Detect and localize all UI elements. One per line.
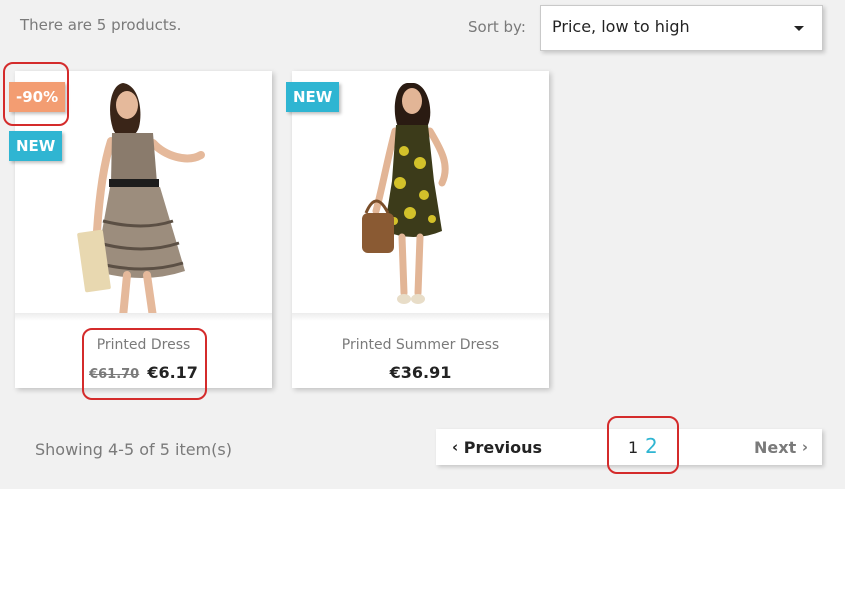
sort-selected-value: Price, low to high (552, 17, 690, 36)
product-name[interactable]: Printed Dress (15, 337, 272, 353)
product-card-printed-summer-dress[interactable]: Printed Summer Dress €36.91 (292, 71, 549, 388)
image-divider (15, 313, 272, 321)
page-link-1[interactable]: 1 (628, 438, 638, 457)
chevron-right-icon: › (801, 438, 808, 456)
discount-flag: -90% (9, 82, 66, 112)
product-price: €36.91 (389, 363, 452, 382)
next-label: Next (754, 438, 797, 457)
chevron-left-icon: ‹ (452, 438, 459, 456)
previous-label: Previous (463, 438, 543, 457)
pagination-summary: Showing 4-5 of 5 item(s) (35, 440, 232, 459)
sale-price: €6.17 (147, 363, 198, 382)
product-name[interactable]: Printed Summer Dress (292, 337, 549, 353)
page-link-2[interactable]: 2 (645, 434, 658, 458)
new-flag: NEW (9, 131, 63, 161)
pagination: ‹ Previous 1 2 Next › (436, 429, 822, 465)
sort-label: Sort by: (468, 18, 526, 36)
new-flag: NEW (286, 82, 340, 112)
previous-page-link[interactable]: ‹ Previous (452, 429, 542, 465)
product-listing: There are 5 products. Sort by: Price, lo… (0, 0, 845, 489)
regular-price: €61.70 (89, 367, 140, 382)
image-divider (292, 313, 549, 321)
next-page-link[interactable]: Next › (754, 429, 808, 465)
caret-down-icon (794, 26, 804, 31)
product-card-printed-dress[interactable]: Printed Dress €61.70 €6.17 (15, 71, 272, 388)
price-line: €36.91 (292, 363, 549, 382)
sort-dropdown[interactable]: Price, low to high (540, 5, 823, 51)
price-line: €61.70 €6.17 (15, 363, 272, 382)
products-count: There are 5 products. (20, 16, 182, 34)
